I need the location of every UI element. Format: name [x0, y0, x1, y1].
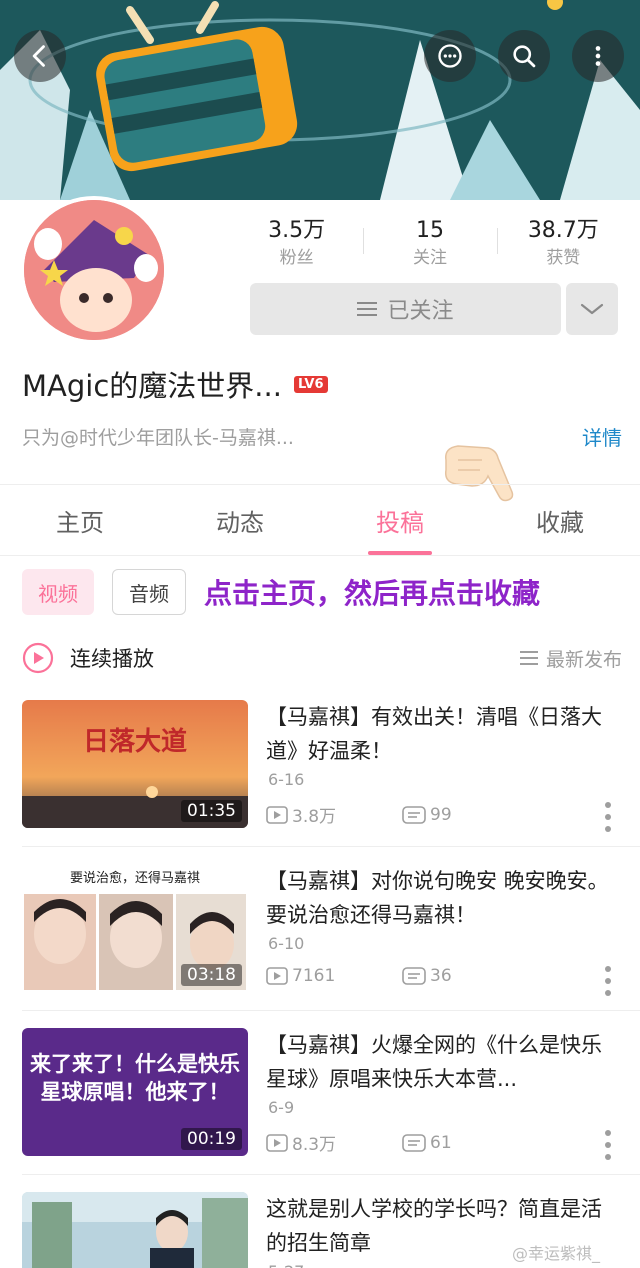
video-date: 6-9 [268, 1098, 295, 1117]
play-all-button[interactable]: 连续播放 [22, 642, 154, 674]
comment-count: 61 [402, 1133, 452, 1153]
video-meta: 8.3万 61 [266, 1130, 452, 1155]
video-thumbnail[interactable] [22, 1192, 248, 1268]
followed-button[interactable]: 已关注 [250, 283, 561, 335]
filter-audio[interactable]: 音频 [112, 569, 186, 615]
play-count: 8.3万 [266, 1130, 402, 1155]
stat-label: 关注 [412, 248, 447, 268]
menu-lines-icon [357, 302, 378, 316]
search-button[interactable] [498, 30, 550, 82]
watermark: @幸运紫祺_ [512, 1244, 601, 1263]
danmaku-icon [402, 1133, 426, 1152]
stat-value: 38.7万 [527, 218, 599, 243]
danmaku-icon [402, 967, 426, 985]
stat-value: 3.5万 [268, 218, 326, 243]
tab-home[interactable]: 主页 [0, 485, 160, 555]
play-count-value: 7161 [292, 966, 336, 986]
video-title[interactable]: 【马嘉祺】对你说句晚安 晚安晚安。要说治愈还得马嘉祺！ [266, 864, 620, 932]
thumbnail-title: 要说治愈，还得马嘉祺 [70, 870, 200, 886]
sort-button[interactable]: 最新发布 [519, 645, 622, 672]
video-meta: 3.8万 99 [266, 802, 452, 827]
video-more-icon[interactable] [600, 800, 616, 834]
play-circle-icon [22, 642, 54, 674]
profile-tabs: 主页 动态 投稿 收藏 [0, 484, 640, 556]
sort-lines-icon [519, 651, 538, 665]
username: MAgic的魔法世界... [22, 369, 282, 403]
play-count-icon [266, 967, 288, 985]
stat-likes[interactable]: 38.7万 获赞 [496, 216, 630, 276]
video-title[interactable]: 【马嘉祺】有效出关！清唱《日落大道》好温柔！ [266, 700, 620, 768]
video-item[interactable]: 来了来了！什么是快乐星球原唱！他来了！ 00:19 【马嘉祺】火爆全网的《什么是… [0, 1028, 640, 1192]
sort-label: 最新发布 [545, 648, 622, 671]
play-count-icon [266, 805, 288, 824]
level-badge: LV6 [293, 375, 328, 393]
thumbnail-image [22, 1192, 248, 1268]
more-vertical-icon [595, 46, 601, 66]
tab-dynamic[interactable]: 动态 [160, 485, 320, 555]
signature-row: 只为@时代少年团队长-马嘉祺... 详情 [22, 420, 622, 452]
back-button[interactable] [14, 30, 66, 82]
video-more-icon[interactable] [600, 1128, 616, 1162]
play-count: 3.8万 [266, 802, 402, 827]
video-duration: 01:35 [181, 800, 242, 822]
comment-count: 36 [402, 966, 452, 986]
followed-label: 已关注 [387, 299, 454, 324]
message-icon [438, 44, 462, 68]
thumbnail-title: 日落大道 [83, 726, 187, 757]
tab-favorites[interactable]: 收藏 [480, 485, 640, 555]
comment-count-value: 99 [430, 804, 452, 825]
video-meta: 7161 36 [266, 966, 452, 986]
banner-illustration [0, 0, 640, 200]
play-count-value: 3.8万 [292, 807, 337, 827]
avatar[interactable] [20, 196, 168, 344]
play-all-label: 连续播放 [70, 647, 154, 671]
filter-row: 视频 音频 点击主页，然后再点击收藏 [22, 568, 540, 616]
stat-following[interactable]: 15 关注 [363, 216, 496, 276]
video-date: 5-27 [268, 1262, 304, 1268]
video-date: 6-16 [268, 770, 305, 789]
thumbnail-title: 来了来了！什么是快乐星球原唱！他来了！ [30, 1052, 240, 1104]
search-icon [513, 45, 536, 68]
comment-count-value: 36 [430, 966, 452, 986]
stat-label: 粉丝 [279, 248, 314, 268]
name-row: MAgic的魔法世界... LV6 [22, 362, 328, 406]
comment-count: 99 [402, 805, 452, 825]
follow-dropdown-button[interactable] [566, 283, 618, 335]
video-item[interactable]: 要说治愈，还得马嘉祺 03:18 【马嘉祺】对你说句晚安 晚安晚安。要说治愈还得… [0, 864, 640, 1028]
tab-uploads[interactable]: 投稿 [320, 485, 480, 555]
divider [22, 1174, 640, 1175]
video-more-icon[interactable] [600, 964, 616, 998]
profile-stats: 3.5万 粉丝 15 关注 38.7万 获赞 [230, 216, 630, 276]
annotation-text: 点击主页，然后再点击收藏 [204, 577, 541, 610]
play-count-value: 8.3万 [292, 1135, 337, 1155]
video-thumbnail[interactable]: 来了来了！什么是快乐星球原唱！他来了！ 00:19 [22, 1028, 248, 1156]
video-item[interactable]: 日落大道 01:35 【马嘉祺】有效出关！清唱《日落大道》好温柔！ 6-16 3… [0, 700, 640, 864]
stat-fans[interactable]: 3.5万 粉丝 [230, 216, 363, 276]
play-count-icon [266, 1133, 288, 1152]
video-thumbnail[interactable]: 要说治愈，还得马嘉祺 03:18 [22, 864, 248, 992]
divider [22, 1010, 640, 1011]
video-date: 6-10 [268, 934, 305, 953]
danmaku-icon [402, 805, 426, 824]
profile-banner [0, 0, 640, 200]
chevron-down-icon [580, 303, 604, 315]
video-duration: 03:18 [181, 964, 242, 986]
stat-label: 获赞 [546, 248, 581, 268]
filter-video[interactable]: 视频 [22, 569, 94, 615]
playlist-row: 连续播放 最新发布 [22, 636, 622, 680]
comment-count-value: 61 [430, 1132, 452, 1153]
video-title[interactable]: 【马嘉祺】火爆全网的《什么是快乐星球》原唱来快乐大本营... [266, 1028, 620, 1096]
back-arrow-icon [32, 45, 45, 67]
detail-link[interactable]: 详情 [582, 422, 622, 451]
divider [22, 846, 640, 847]
more-button[interactable] [572, 30, 624, 82]
stat-value: 15 [415, 218, 444, 243]
signature: 只为@时代少年团队长-马嘉祺... [22, 426, 294, 449]
message-button[interactable] [424, 30, 476, 82]
video-thumbnail[interactable]: 日落大道 01:35 [22, 700, 248, 828]
play-count: 7161 [266, 966, 402, 986]
video-duration: 00:19 [181, 1128, 242, 1150]
avatar-image [24, 200, 164, 340]
